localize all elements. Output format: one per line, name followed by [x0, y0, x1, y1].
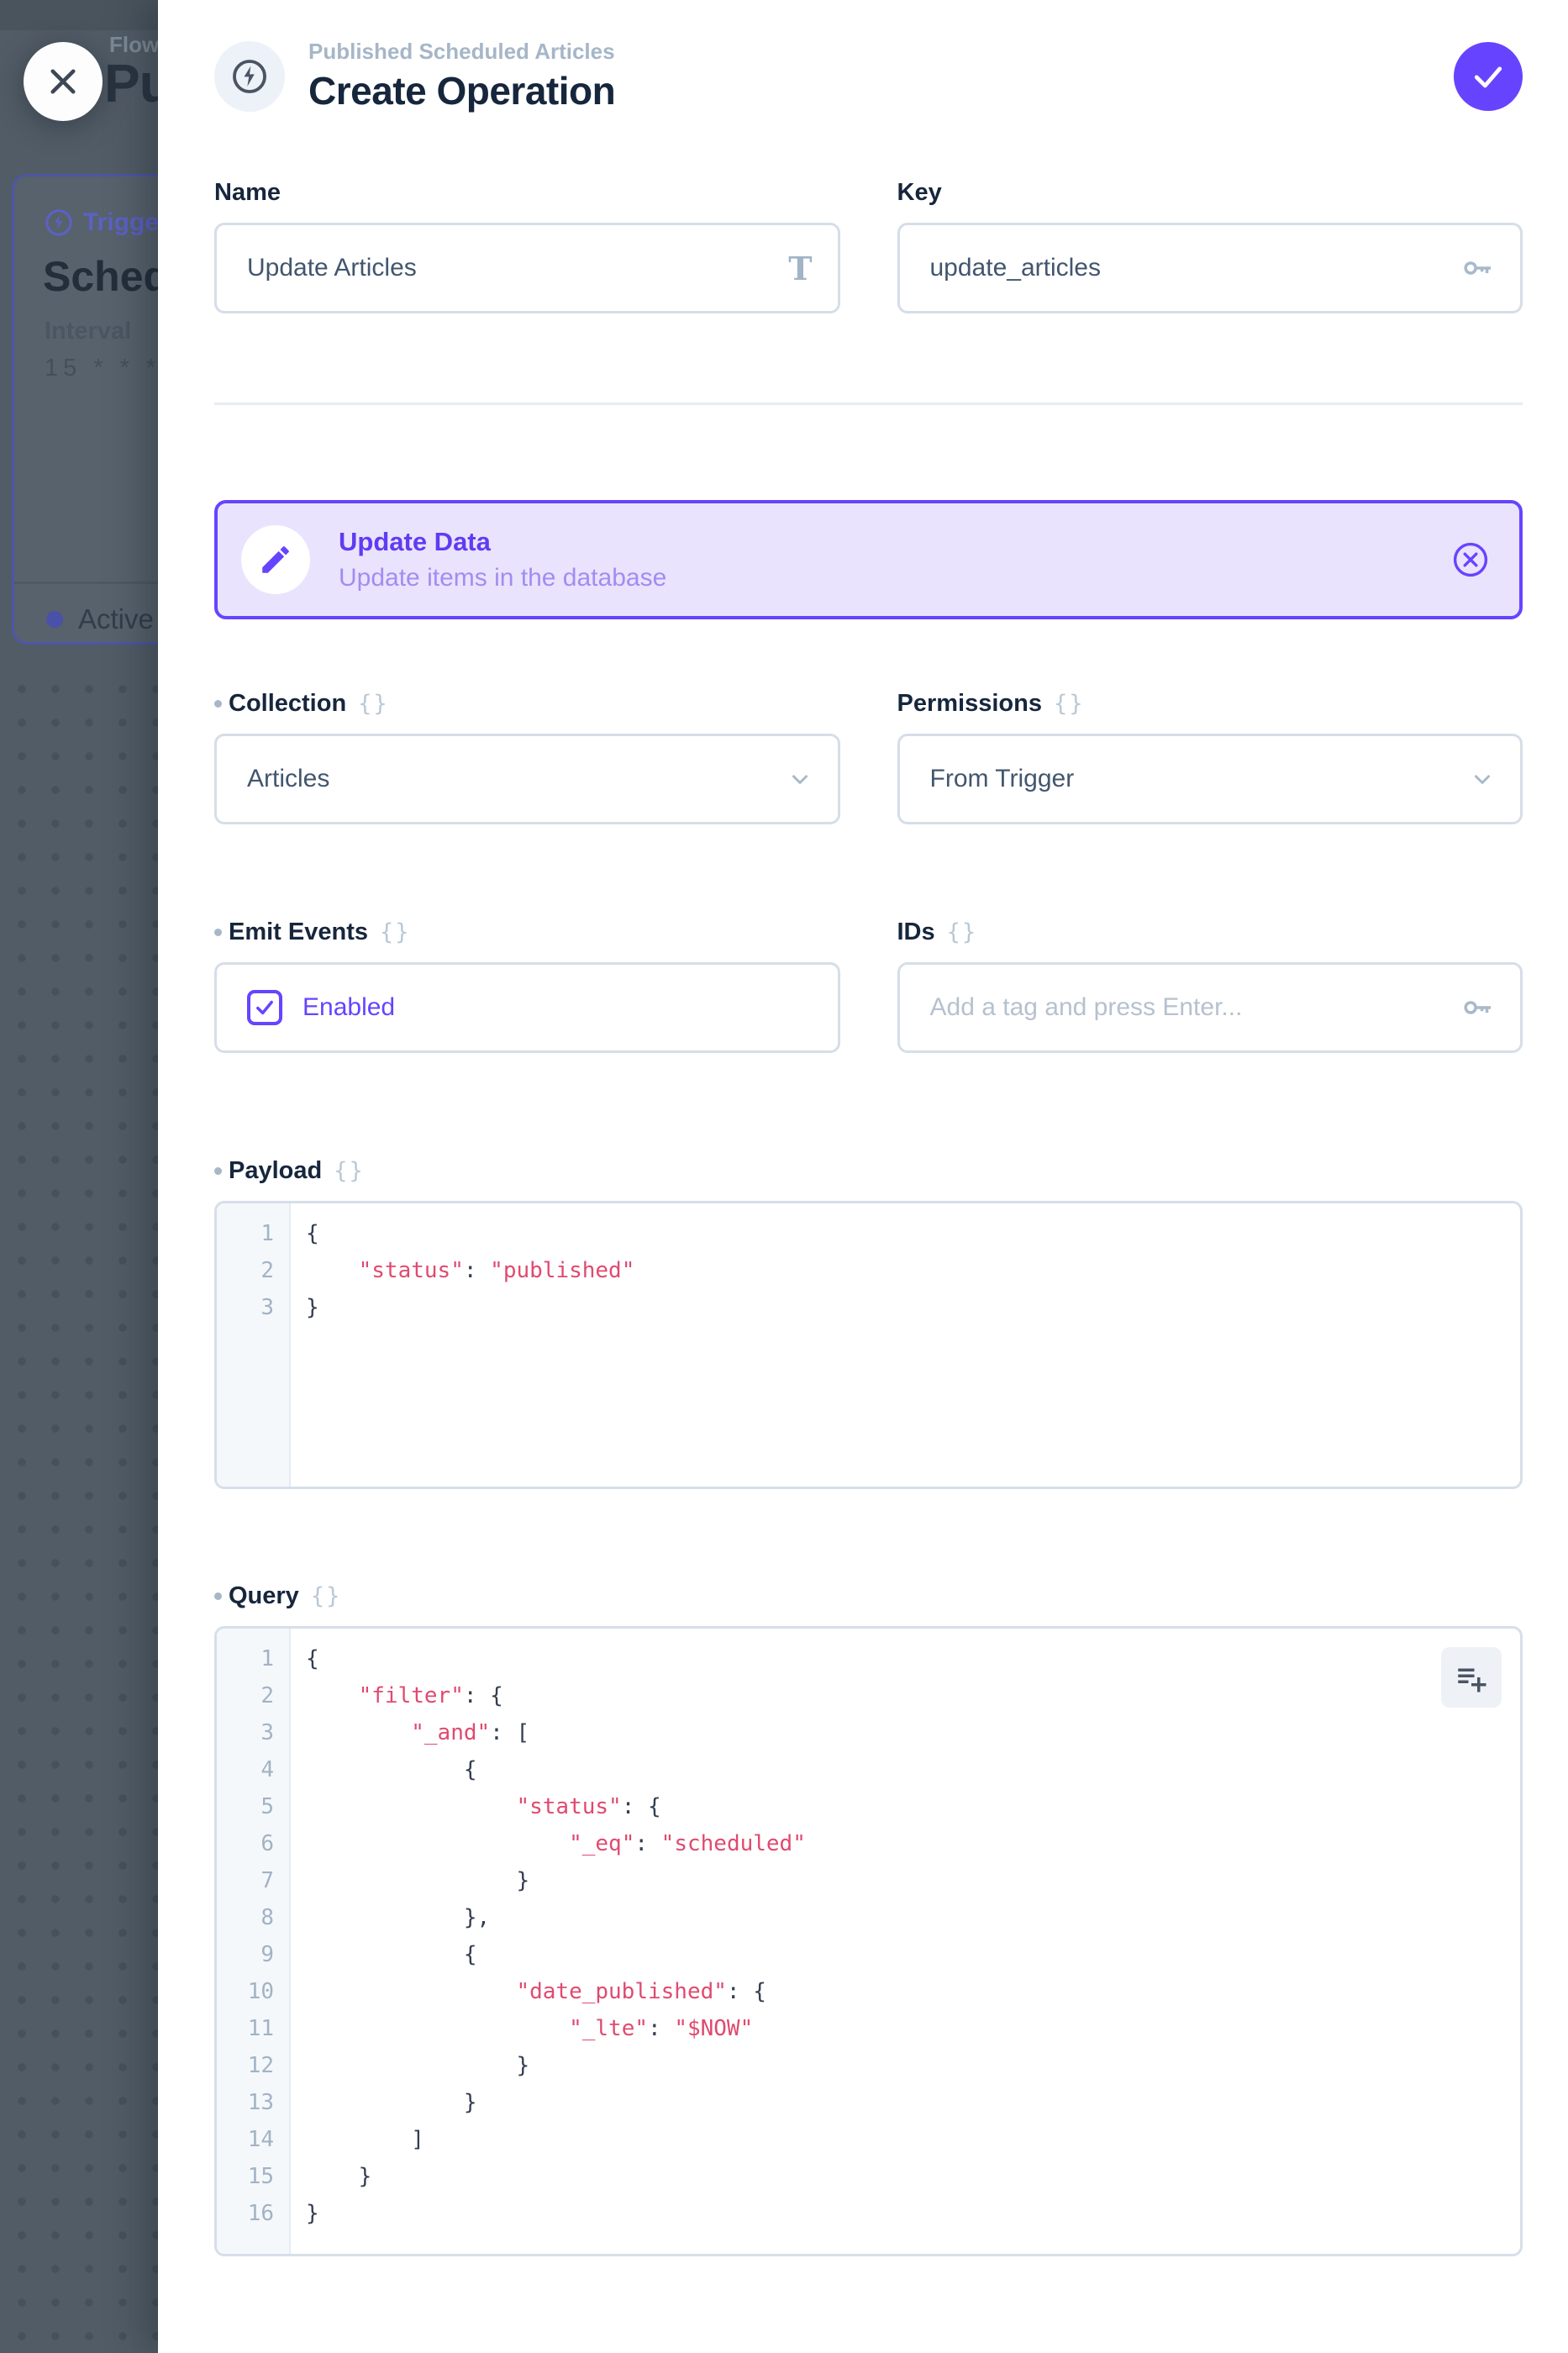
- permissions-label: Permissions {}: [897, 687, 1523, 720]
- key-field-group: Key update_articles: [897, 176, 1523, 313]
- query-code-editor[interactable]: 12345678910111213141516 { "filter": { "_…: [214, 1626, 1523, 2256]
- collection-select[interactable]: Articles: [214, 734, 840, 824]
- required-dot-icon: [214, 700, 222, 708]
- bolt-circle-icon: [45, 208, 73, 237]
- save-operation-button[interactable]: [1454, 42, 1523, 111]
- remove-operation-type-button[interactable]: [1450, 540, 1491, 580]
- name-input[interactable]: Update Articles T: [214, 223, 840, 313]
- emit-events-checkbox-label: Enabled: [303, 993, 395, 1022]
- import-field-values-button[interactable]: [1441, 1647, 1502, 1708]
- ids-field-group: IDs {} Add a tag and press Enter...: [897, 915, 1523, 1053]
- close-icon: [45, 64, 81, 99]
- drawer-title: Create Operation: [308, 68, 615, 113]
- raw-value-braces-icon[interactable]: {}: [380, 919, 411, 945]
- chevron-down-icon: [1470, 766, 1495, 792]
- ids-label: IDs {}: [897, 915, 1523, 949]
- emit-events-field-group: Emit Events {} Enabled: [214, 915, 840, 1053]
- operation-type-icon-circle: [241, 525, 310, 594]
- emit-events-checkbox-row[interactable]: Enabled: [247, 990, 395, 1025]
- operation-bolt-icon: [214, 41, 285, 112]
- key-input-value: update_articles: [930, 254, 1460, 282]
- chevron-down-icon: [787, 766, 813, 792]
- payload-code-content[interactable]: { "status": "published"}: [291, 1203, 1520, 1487]
- required-dot-icon: [214, 1167, 222, 1175]
- key-icon: [1460, 250, 1495, 286]
- name-field-group: Name Update Articles T: [214, 176, 840, 313]
- ids-tag-input[interactable]: Add a tag and press Enter...: [897, 962, 1523, 1053]
- name-label: Name: [214, 176, 840, 209]
- section-divider: [214, 403, 1523, 405]
- raw-value-braces-icon[interactable]: {}: [334, 1158, 365, 1184]
- payload-label: Payload {}: [214, 1154, 1523, 1187]
- emit-events-box: Enabled: [214, 962, 840, 1053]
- flow-canvas-dot-grid: [0, 664, 160, 2353]
- query-code-content[interactable]: { "filter": { "_and": [ { "status": { "_…: [291, 1629, 1520, 2254]
- ids-placeholder: Add a tag and press Enter...: [930, 993, 1460, 1022]
- operation-type-title: Update Data: [339, 527, 1450, 557]
- payload-field-group: Payload {} 123 { "status": "published"}: [214, 1154, 1523, 1489]
- collection-value: Articles: [247, 765, 787, 793]
- raw-value-braces-icon[interactable]: {}: [311, 1583, 342, 1609]
- payload-code-editor[interactable]: 123 { "status": "published"}: [214, 1201, 1523, 1489]
- query-label: Query {}: [214, 1579, 1523, 1613]
- trigger-badge-label: Trigger: [83, 208, 169, 237]
- drawer-header-text: Published Scheduled Articles Create Oper…: [308, 39, 615, 113]
- playlist-add-icon: [1454, 1660, 1489, 1695]
- title-type-icon: T: [788, 250, 812, 287]
- line-number-gutter: 12345678910111213141516: [217, 1629, 291, 2254]
- name-input-value: Update Articles: [247, 254, 788, 282]
- trigger-field-label: Interval: [45, 318, 131, 345]
- raw-value-braces-icon[interactable]: {}: [947, 919, 978, 945]
- drawer-breadcrumb: Published Scheduled Articles: [308, 39, 615, 65]
- collection-label: Collection {}: [214, 687, 840, 720]
- key-input[interactable]: update_articles: [897, 223, 1523, 313]
- create-operation-drawer: Published Scheduled Articles Create Oper…: [158, 0, 1568, 2353]
- trigger-badge: Trigger: [45, 208, 169, 237]
- operation-type-text: Update Data Update items in the database: [339, 527, 1450, 592]
- permissions-select[interactable]: From Trigger: [897, 734, 1523, 824]
- line-number-gutter: 123: [217, 1203, 291, 1487]
- status-dot-icon: [46, 611, 63, 628]
- permissions-value: From Trigger: [930, 765, 1471, 793]
- operation-type-banner[interactable]: Update Data Update items in the database: [214, 500, 1523, 619]
- collection-field-group: Collection {} Articles: [214, 687, 840, 824]
- key-label: Key: [897, 176, 1523, 209]
- check-icon: [1470, 58, 1507, 95]
- required-dot-icon: [214, 1592, 222, 1600]
- query-field-group: Query {} 12345678910111213141516 { "filt…: [214, 1579, 1523, 2256]
- operation-type-subtitle: Update items in the database: [339, 564, 1450, 592]
- checkbox-checked-icon[interactable]: [247, 990, 282, 1025]
- permissions-field-group: Permissions {} From Trigger: [897, 687, 1523, 824]
- drawer-header: Published Scheduled Articles Create Oper…: [214, 39, 1523, 113]
- raw-value-braces-icon[interactable]: {}: [1054, 691, 1085, 717]
- emit-events-label: Emit Events {}: [214, 915, 840, 949]
- close-drawer-button[interactable]: [24, 42, 103, 121]
- required-dot-icon: [214, 929, 222, 936]
- raw-value-braces-icon[interactable]: {}: [358, 691, 389, 717]
- pencil-icon: [258, 542, 293, 577]
- key-icon: [1460, 990, 1495, 1025]
- status-label: Active: [78, 603, 154, 635]
